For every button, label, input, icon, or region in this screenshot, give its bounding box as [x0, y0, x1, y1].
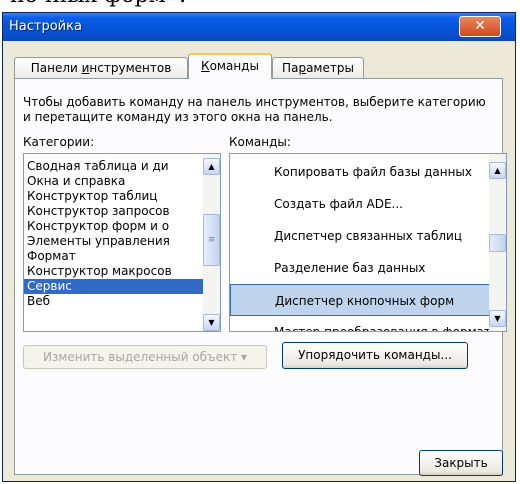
tab-commands[interactable]: Команды [188, 53, 272, 79]
scroll-thumb[interactable]: ≡ [203, 214, 220, 266]
scroll-down-icon[interactable]: ▼ [489, 310, 506, 327]
tab-label: Параметры [282, 61, 354, 75]
tab-label: Панели инструментов [30, 61, 172, 75]
tab-label: Команды [201, 59, 259, 73]
commands-list: Копировать файл базы данных Создать файл… [230, 156, 490, 331]
list-item-selected[interactable]: Сервис [24, 279, 204, 294]
categories-listbox[interactable]: Сводная таблица и ди Окна и справка Конс… [23, 153, 221, 332]
categories-list: Сводная таблица и ди Окна и справка Конс… [24, 159, 204, 309]
list-item[interactable]: Веб [24, 294, 204, 309]
background-document-text: ночных форм». [10, 0, 186, 8]
scroll-down-icon[interactable]: ▼ [203, 314, 220, 331]
list-item[interactable]: Создать файл ADE... [230, 188, 490, 220]
list-item[interactable]: Формат [24, 249, 204, 264]
list-item-selected[interactable]: Диспетчер кнопочных форм [230, 284, 490, 316]
window-title: Настройка [9, 19, 82, 34]
close-button[interactable]: Закрыть [419, 450, 503, 476]
list-item[interactable]: Конструктор таблиц [24, 189, 204, 204]
list-item[interactable]: Окна и справка [24, 174, 204, 189]
list-item[interactable]: Конструктор макросов [24, 264, 204, 279]
list-item[interactable]: Элементы управления [24, 234, 204, 249]
close-icon[interactable]: ✕ [459, 16, 501, 37]
scroll-up-icon[interactable]: ▲ [203, 158, 220, 175]
modify-selection-button[interactable]: Изменить выделенный объект ▾ [23, 345, 267, 369]
scroll-thumb[interactable] [489, 234, 506, 252]
list-item[interactable]: Копировать файл базы данных [230, 156, 490, 188]
list-item[interactable]: Конструктор форм и о [24, 219, 204, 234]
list-item[interactable]: Мастер преобразования в формат [230, 316, 490, 331]
list-item[interactable]: Сводная таблица и ди [24, 159, 204, 174]
title-bar[interactable]: Настройка ✕ [3, 13, 515, 41]
list-item[interactable]: Разделение баз данных [230, 252, 490, 284]
scroll-up-icon[interactable]: ▲ [489, 162, 506, 179]
commands-listbox[interactable]: Копировать файл базы данных Создать файл… [229, 153, 507, 332]
list-item[interactable]: Конструктор запросов [24, 204, 204, 219]
commands-scrollbar[interactable]: ▲ ▼ [489, 154, 506, 331]
categories-label: Категории: [23, 135, 95, 149]
commands-label: Команды: [229, 135, 291, 149]
rearrange-commands-button[interactable]: Упорядочить команды... [282, 342, 468, 369]
tab-options[interactable]: Параметры [272, 57, 364, 79]
tab-toolbars[interactable]: Панели инструментов [14, 57, 188, 79]
list-item[interactable]: Диспетчер связанных таблиц [230, 220, 490, 252]
instruction-text: Чтобы добавить команду на панель инструм… [23, 95, 486, 124]
customize-dialog: Настройка ✕ Панели инструментов Команды … [2, 12, 516, 482]
categories-scrollbar[interactable]: ▲ ≡ ▼ [203, 154, 220, 331]
